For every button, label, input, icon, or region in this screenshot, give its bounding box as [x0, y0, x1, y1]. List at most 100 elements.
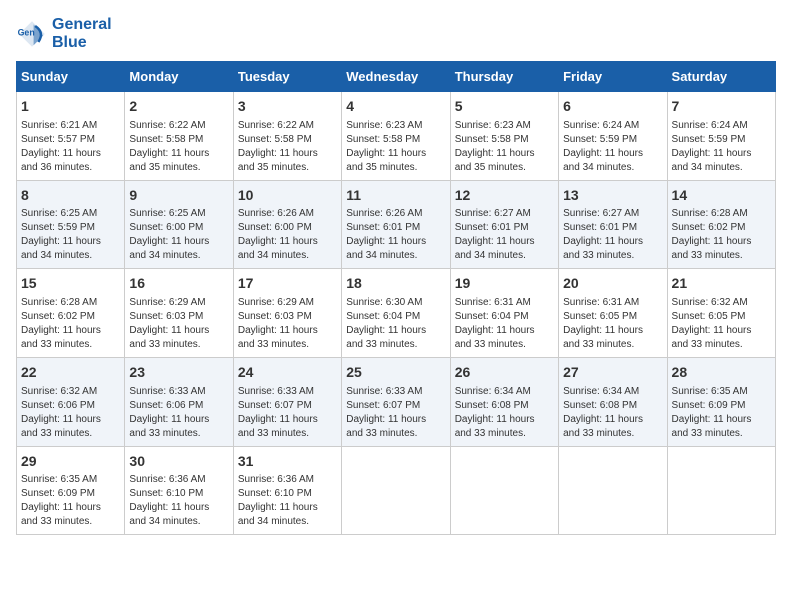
- calendar-cell: 28Sunrise: 6:35 AMSunset: 6:09 PMDayligh…: [667, 357, 775, 446]
- column-header-thursday: Thursday: [450, 62, 558, 92]
- calendar-cell: 8Sunrise: 6:25 AMSunset: 5:59 PMDaylight…: [17, 180, 125, 269]
- cell-info: and 33 minutes.: [21, 338, 120, 352]
- cell-info: Sunset: 5:59 PM: [21, 221, 120, 235]
- cell-info: Sunrise: 6:33 AM: [238, 385, 337, 399]
- column-header-saturday: Saturday: [667, 62, 775, 92]
- cell-info: Sunset: 6:05 PM: [563, 310, 662, 324]
- cell-info: Daylight: 11 hours: [672, 147, 771, 161]
- cell-info: Sunrise: 6:34 AM: [563, 385, 662, 399]
- cell-info: Sunset: 5:58 PM: [129, 133, 228, 147]
- calendar-header-row: SundayMondayTuesdayWednesdayThursdayFrid…: [17, 62, 776, 92]
- calendar-cell: 22Sunrise: 6:32 AMSunset: 6:06 PMDayligh…: [17, 357, 125, 446]
- day-number: 26: [455, 363, 554, 383]
- cell-info: and 34 minutes.: [238, 249, 337, 263]
- cell-info: Sunrise: 6:27 AM: [455, 207, 554, 221]
- day-number: 27: [563, 363, 662, 383]
- cell-info: and 34 minutes.: [129, 515, 228, 529]
- cell-info: Sunrise: 6:29 AM: [238, 296, 337, 310]
- calendar-cell: 15Sunrise: 6:28 AMSunset: 6:02 PMDayligh…: [17, 269, 125, 358]
- cell-info: Daylight: 11 hours: [129, 413, 228, 427]
- cell-info: Daylight: 11 hours: [129, 324, 228, 338]
- column-header-monday: Monday: [125, 62, 233, 92]
- calendar-cell: 5Sunrise: 6:23 AMSunset: 5:58 PMDaylight…: [450, 92, 558, 181]
- calendar-cell: 27Sunrise: 6:34 AMSunset: 6:08 PMDayligh…: [559, 357, 667, 446]
- cell-info: Sunset: 6:09 PM: [672, 399, 771, 413]
- cell-info: and 33 minutes.: [455, 427, 554, 441]
- cell-info: Sunset: 6:06 PM: [21, 399, 120, 413]
- cell-info: Sunrise: 6:31 AM: [455, 296, 554, 310]
- day-number: 25: [346, 363, 445, 383]
- day-number: 29: [21, 452, 120, 472]
- cell-info: and 34 minutes.: [346, 249, 445, 263]
- cell-info: and 35 minutes.: [346, 161, 445, 175]
- cell-info: Daylight: 11 hours: [455, 147, 554, 161]
- day-number: 10: [238, 186, 337, 206]
- calendar-cell: 2Sunrise: 6:22 AMSunset: 5:58 PMDaylight…: [125, 92, 233, 181]
- cell-info: Daylight: 11 hours: [346, 413, 445, 427]
- cell-info: and 33 minutes.: [563, 427, 662, 441]
- calendar-cell: [559, 446, 667, 535]
- cell-info: Sunset: 6:01 PM: [455, 221, 554, 235]
- cell-info: Sunset: 6:08 PM: [455, 399, 554, 413]
- cell-info: Daylight: 11 hours: [21, 501, 120, 515]
- cell-info: Sunset: 6:07 PM: [346, 399, 445, 413]
- cell-info: Daylight: 11 hours: [129, 501, 228, 515]
- calendar-cell: 20Sunrise: 6:31 AMSunset: 6:05 PMDayligh…: [559, 269, 667, 358]
- cell-info: Daylight: 11 hours: [21, 324, 120, 338]
- cell-info: and 33 minutes.: [672, 427, 771, 441]
- cell-info: Sunrise: 6:25 AM: [21, 207, 120, 221]
- cell-info: and 34 minutes.: [563, 161, 662, 175]
- cell-info: and 33 minutes.: [672, 249, 771, 263]
- cell-info: Sunrise: 6:22 AM: [238, 119, 337, 133]
- cell-info: Daylight: 11 hours: [672, 413, 771, 427]
- cell-info: and 34 minutes.: [455, 249, 554, 263]
- calendar-cell: 25Sunrise: 6:33 AMSunset: 6:07 PMDayligh…: [342, 357, 450, 446]
- cell-info: Sunrise: 6:28 AM: [21, 296, 120, 310]
- calendar-cell: [450, 446, 558, 535]
- day-number: 13: [563, 186, 662, 206]
- page-header: Gen General Blue: [16, 16, 776, 51]
- day-number: 17: [238, 274, 337, 294]
- cell-info: and 35 minutes.: [129, 161, 228, 175]
- cell-info: Sunset: 5:57 PM: [21, 133, 120, 147]
- calendar-cell: 1Sunrise: 6:21 AMSunset: 5:57 PMDaylight…: [17, 92, 125, 181]
- column-header-tuesday: Tuesday: [233, 62, 341, 92]
- calendar-week-row: 8Sunrise: 6:25 AMSunset: 5:59 PMDaylight…: [17, 180, 776, 269]
- day-number: 12: [455, 186, 554, 206]
- cell-info: Daylight: 11 hours: [21, 147, 120, 161]
- day-number: 11: [346, 186, 445, 206]
- column-header-wednesday: Wednesday: [342, 62, 450, 92]
- cell-info: and 33 minutes.: [129, 338, 228, 352]
- cell-info: Sunrise: 6:22 AM: [129, 119, 228, 133]
- cell-info: and 34 minutes.: [672, 161, 771, 175]
- cell-info: Sunrise: 6:36 AM: [238, 473, 337, 487]
- cell-info: Sunset: 5:59 PM: [672, 133, 771, 147]
- cell-info: and 34 minutes.: [21, 249, 120, 263]
- cell-info: Daylight: 11 hours: [238, 324, 337, 338]
- calendar-cell: 16Sunrise: 6:29 AMSunset: 6:03 PMDayligh…: [125, 269, 233, 358]
- cell-info: Sunrise: 6:21 AM: [21, 119, 120, 133]
- day-number: 3: [238, 97, 337, 117]
- calendar-cell: 7Sunrise: 6:24 AMSunset: 5:59 PMDaylight…: [667, 92, 775, 181]
- cell-info: Sunrise: 6:34 AM: [455, 385, 554, 399]
- calendar-cell: 30Sunrise: 6:36 AMSunset: 6:10 PMDayligh…: [125, 446, 233, 535]
- logo-icon: Gen: [16, 18, 48, 50]
- calendar-cell: 24Sunrise: 6:33 AMSunset: 6:07 PMDayligh…: [233, 357, 341, 446]
- calendar-cell: 6Sunrise: 6:24 AMSunset: 5:59 PMDaylight…: [559, 92, 667, 181]
- cell-info: Sunset: 6:06 PM: [129, 399, 228, 413]
- calendar-cell: 26Sunrise: 6:34 AMSunset: 6:08 PMDayligh…: [450, 357, 558, 446]
- cell-info: Daylight: 11 hours: [238, 147, 337, 161]
- cell-info: Daylight: 11 hours: [672, 324, 771, 338]
- cell-info: Sunset: 6:04 PM: [455, 310, 554, 324]
- calendar-cell: 11Sunrise: 6:26 AMSunset: 6:01 PMDayligh…: [342, 180, 450, 269]
- day-number: 16: [129, 274, 228, 294]
- cell-info: Sunset: 5:58 PM: [455, 133, 554, 147]
- cell-info: and 34 minutes.: [129, 249, 228, 263]
- cell-info: Daylight: 11 hours: [346, 324, 445, 338]
- day-number: 14: [672, 186, 771, 206]
- cell-info: Daylight: 11 hours: [129, 147, 228, 161]
- cell-info: Daylight: 11 hours: [238, 413, 337, 427]
- day-number: 23: [129, 363, 228, 383]
- cell-info: and 33 minutes.: [346, 338, 445, 352]
- day-number: 15: [21, 274, 120, 294]
